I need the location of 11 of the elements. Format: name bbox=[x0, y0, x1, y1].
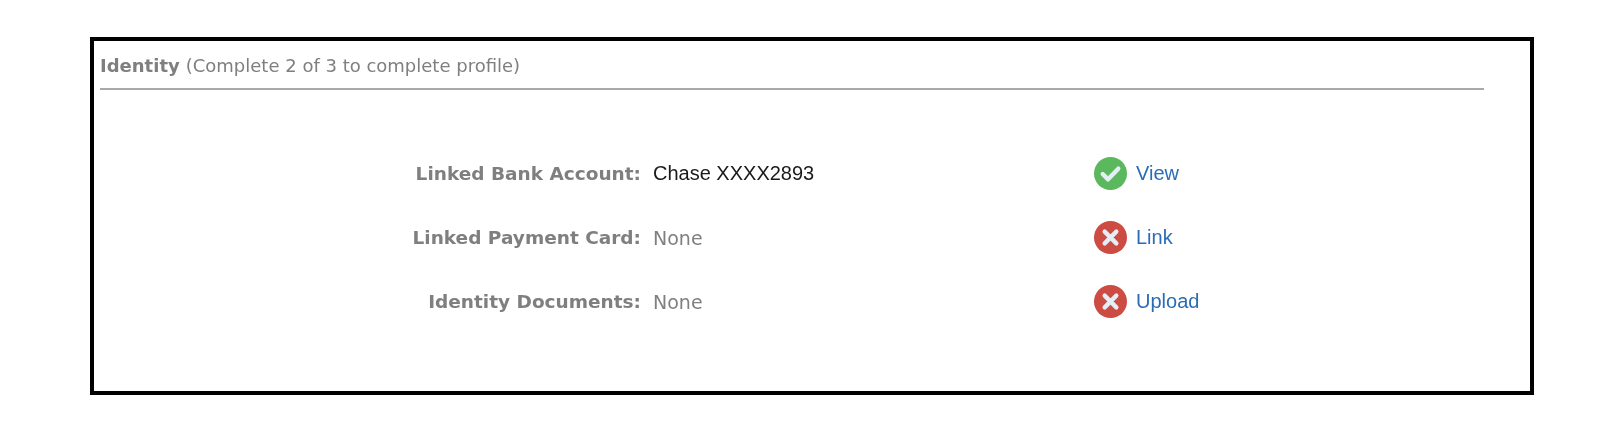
field-value: Chase XXXX2893 bbox=[653, 162, 816, 185]
field-label: Identity Documents: bbox=[428, 291, 641, 312]
section-subtitle: (Complete 2 of 3 to complete profile) bbox=[185, 55, 521, 76]
action-link[interactable]: Link bbox=[1136, 226, 1173, 249]
field-label: Linked Payment Card: bbox=[412, 227, 641, 248]
action-link[interactable]: View bbox=[1136, 162, 1179, 185]
field-label: Linked Bank Account: bbox=[415, 163, 641, 184]
field-value: None bbox=[653, 226, 704, 249]
field-value: None bbox=[653, 290, 704, 313]
section-title: Identity bbox=[100, 55, 180, 76]
action-link[interactable]: Upload bbox=[1136, 290, 1200, 313]
